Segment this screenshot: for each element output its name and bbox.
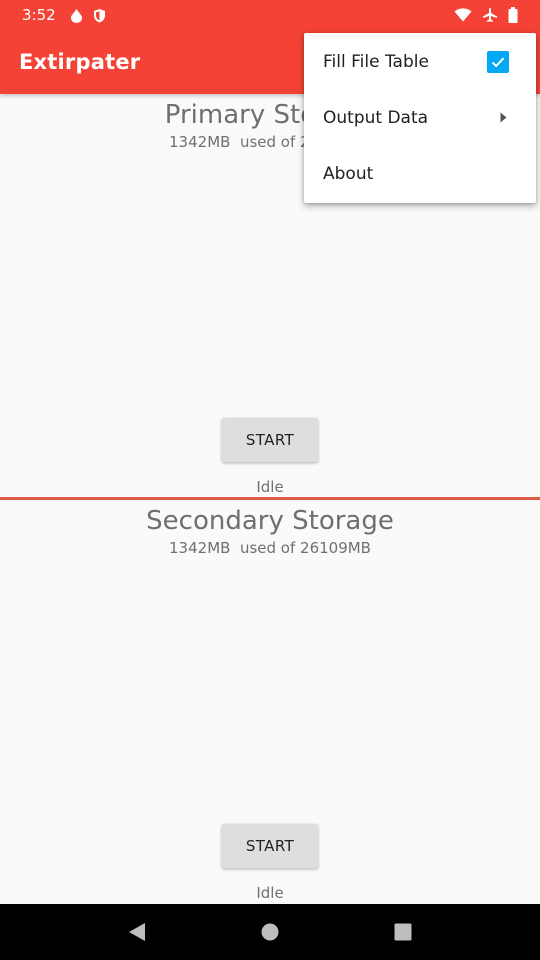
secondary-storage-usage: 1342MB used of 26109MB (169, 539, 371, 557)
secondary-start-button[interactable]: START (222, 824, 318, 868)
secondary-storage-title: Secondary Storage (146, 506, 394, 536)
secondary-storage-panel: Secondary Storage 1342MB used of 26109MB… (0, 500, 540, 903)
menu-item-fill-file-table[interactable]: Fill File Table (304, 33, 536, 90)
fill-file-table-checkbox[interactable] (487, 50, 509, 73)
recents-icon[interactable] (394, 923, 412, 941)
secondary-status-text: Idle (256, 884, 284, 902)
menu-item-output-data[interactable]: Output Data (304, 90, 536, 146)
overflow-menu: Fill File Table Output Data About (304, 33, 536, 203)
status-time: 3:52 (22, 6, 56, 24)
screen: 3:52 Extirpater Primary Storage 1342MB u… (0, 0, 540, 960)
primary-start-button[interactable]: START (222, 418, 318, 462)
menu-item-label: About (323, 164, 374, 184)
battery-icon (508, 7, 518, 23)
check-icon (491, 57, 505, 67)
airplane-icon (482, 7, 498, 23)
menu-item-label: Fill File Table (323, 51, 429, 72)
menu-item-label: Output Data (323, 108, 429, 128)
status-left-icons (70, 8, 106, 23)
status-right-icons (454, 7, 518, 23)
menu-item-about[interactable]: About (304, 146, 536, 202)
home-icon[interactable] (261, 923, 279, 941)
submenu-arrow-icon (500, 108, 507, 128)
navigation-bar (0, 904, 540, 960)
drop-icon (70, 8, 83, 23)
status-bar: 3:52 (0, 0, 540, 30)
primary-status-text: Idle (256, 478, 284, 496)
shield-icon (93, 8, 106, 23)
app-title: Extirpater (19, 50, 141, 74)
wifi-icon (454, 8, 472, 22)
back-icon[interactable] (128, 922, 146, 942)
